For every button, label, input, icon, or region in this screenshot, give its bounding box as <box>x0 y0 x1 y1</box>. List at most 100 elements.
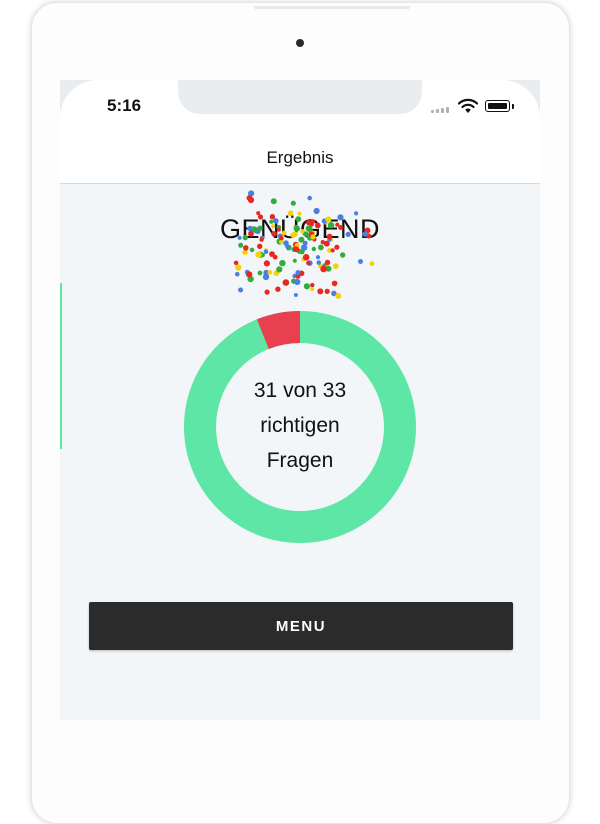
confetti-dot <box>271 231 277 237</box>
confetti-dot <box>257 270 263 276</box>
confetti-dot <box>302 254 310 261</box>
confetti-dot <box>263 249 269 254</box>
confetti-dot <box>298 236 305 243</box>
confetti-dot <box>317 288 324 295</box>
confetti-dot <box>324 259 331 266</box>
summary-questions-word: Fragen <box>266 449 334 472</box>
confetti-dot <box>324 288 330 294</box>
confetti-dot <box>299 249 305 255</box>
confetti-dot <box>315 255 321 260</box>
confetti-dot <box>358 259 363 264</box>
device-top-edge <box>254 6 410 9</box>
confetti-dot <box>246 195 253 201</box>
confetti-dot <box>311 246 316 252</box>
confetti-dot <box>243 245 249 251</box>
confetti-dot <box>267 270 273 275</box>
confetti-dot <box>263 260 270 267</box>
menu-button-label: MENU <box>275 618 327 635</box>
confetti-dot <box>313 207 320 215</box>
confetti-dot <box>335 292 342 299</box>
menu-button[interactable]: MENU <box>89 602 513 650</box>
confetti-dot <box>287 210 294 216</box>
confetti-dot <box>290 200 296 206</box>
confetti-dot <box>335 222 340 227</box>
confetti-dot <box>270 198 277 205</box>
page-title: Ergebnis <box>266 148 334 167</box>
confetti-dot <box>314 222 321 229</box>
confetti-dot <box>310 287 315 291</box>
confetti-dot <box>257 214 264 220</box>
cellular-signal-icon <box>431 107 451 113</box>
confetti-dot <box>310 219 316 224</box>
confetti-dot <box>283 240 289 246</box>
confetti-dot <box>276 266 283 273</box>
confetti-dot <box>279 235 284 241</box>
confetti-dot <box>271 224 276 229</box>
confetti-dot <box>257 225 263 231</box>
confetti-dot <box>331 280 338 287</box>
confetti-dot <box>292 258 297 263</box>
summary-score: 31 von 33 <box>253 379 347 402</box>
confetti-dot <box>305 219 312 226</box>
confetti-dot <box>303 283 310 290</box>
confetti-dot <box>264 289 270 295</box>
confetti-dot <box>320 265 327 273</box>
confetti-dot <box>238 287 244 293</box>
app-screen: 5:16 Ergebnis GENÜGEND 31 von 33 richtig… <box>60 80 540 720</box>
confetti-dot <box>295 270 301 276</box>
confetti-dot <box>316 260 322 265</box>
camera-icon <box>296 39 304 47</box>
device-notch <box>178 80 422 114</box>
confetti-dot <box>354 211 359 216</box>
confetti-dot <box>281 230 287 236</box>
confetti-dot <box>325 216 332 223</box>
confetti-dot <box>279 259 286 267</box>
confetti-dot <box>297 211 302 216</box>
confetti-dot <box>242 234 248 241</box>
confetti-dot <box>269 219 274 224</box>
summary-correct-word: richtigen <box>260 414 340 437</box>
confetti-dot <box>303 231 309 237</box>
confetti-dot <box>307 195 312 201</box>
confetti-dot <box>257 243 263 249</box>
confetti-dot <box>238 242 244 248</box>
confetti-dot <box>259 237 264 242</box>
confetti-dot <box>293 225 300 232</box>
battery-icon <box>485 100 510 112</box>
confetti-dot <box>250 226 257 233</box>
confetti-dot <box>282 279 290 286</box>
confetti-dot <box>332 263 339 269</box>
confetti-dot <box>295 216 302 222</box>
confetti-dot <box>255 251 262 258</box>
donut-wrong-segment <box>256 311 301 350</box>
confetti-dot <box>276 227 281 232</box>
confetti-dot <box>330 248 335 253</box>
confetti-dot <box>340 252 346 258</box>
confetti-dot <box>293 293 298 297</box>
confetti-dot <box>249 247 255 253</box>
confetti-dot <box>275 286 281 292</box>
confetti-dot <box>293 246 300 253</box>
confetti-dot <box>246 271 253 278</box>
confetti-dot <box>362 231 368 237</box>
status-time: 5:16 <box>107 96 142 115</box>
confetti-dot <box>326 233 333 240</box>
confetti-dot <box>269 251 275 257</box>
confetti-dot <box>310 234 316 240</box>
confetti-dot <box>310 282 315 288</box>
confetti-dot <box>327 222 335 229</box>
confetti-dot <box>237 235 242 240</box>
confetti-dot <box>323 240 330 247</box>
confetti-dot <box>294 278 301 286</box>
confetti-dot <box>306 226 313 233</box>
confetti-dot <box>292 231 298 237</box>
confetti-dot <box>235 271 240 277</box>
confetti-dot <box>334 244 340 250</box>
confetti-animation <box>233 190 375 299</box>
confetti-dot <box>337 214 344 221</box>
confetti-dot <box>345 231 351 237</box>
confetti-dot <box>318 244 324 251</box>
donut-center-label: 31 von 33 richtigen Fragen <box>200 373 400 478</box>
confetti-dot <box>306 260 311 266</box>
confetti-dot <box>235 264 242 271</box>
